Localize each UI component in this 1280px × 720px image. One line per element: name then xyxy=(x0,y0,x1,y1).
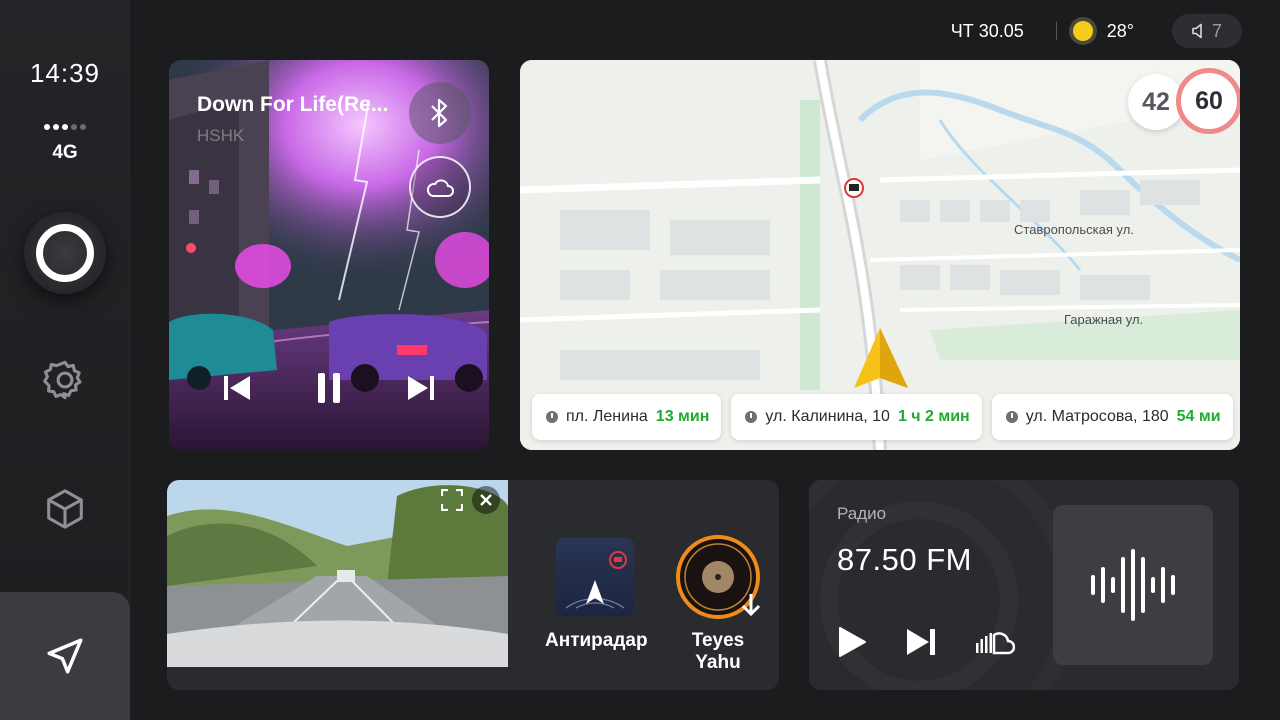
radar-icon xyxy=(556,538,634,616)
clock-icon xyxy=(1005,411,1018,423)
speaker-icon xyxy=(1192,23,1202,39)
date-label: ЧТ 30.05 xyxy=(950,20,1024,41)
settings-button[interactable] xyxy=(40,355,90,405)
app-label: Teyes Yahu xyxy=(691,630,745,673)
route-place: ул. Калинина, 10 xyxy=(765,408,890,425)
music-player-card[interactable]: Down For Life(Re... HSHK xyxy=(169,60,489,450)
sound-wave-icon xyxy=(1091,549,1175,621)
route-place: ул. Матросова, 180 xyxy=(1025,408,1169,425)
sidebar: 14:39 4G xyxy=(0,0,130,720)
bluetooth-button[interactable] xyxy=(409,82,471,144)
fullscreen-icon xyxy=(441,489,463,511)
dashcam-preview[interactable] xyxy=(167,480,508,667)
radio-visualizer-tile[interactable] xyxy=(1053,505,1213,665)
vinyl-disc-icon xyxy=(675,534,761,620)
cloud-button[interactable] xyxy=(409,156,471,218)
street-label: Ставропольская ул. xyxy=(1014,222,1134,237)
clock-icon xyxy=(546,411,558,423)
next-station-icon[interactable] xyxy=(905,627,937,657)
route-place: пл. Ленина xyxy=(566,408,648,425)
fullscreen-button[interactable] xyxy=(438,486,466,514)
cube-icon xyxy=(47,489,83,529)
radio-label: Радио xyxy=(837,504,887,523)
app-antiradar[interactable]: Антирадар xyxy=(545,538,648,652)
speed-limit-sign: 60 xyxy=(1176,68,1240,134)
close-icon xyxy=(480,494,492,506)
radio-controls xyxy=(837,626,1015,658)
network-type: 4G xyxy=(52,142,78,163)
status-bar: ЧТ 30.05 28° 7 xyxy=(951,14,1242,48)
bluetooth-icon xyxy=(431,98,448,128)
navigation-button[interactable] xyxy=(0,592,130,720)
voice-assistant-button[interactable] xyxy=(24,212,106,294)
clock-icon xyxy=(745,411,758,423)
playback-controls xyxy=(169,372,489,404)
pause-icon[interactable] xyxy=(315,372,343,404)
navigation-map-card[interactable]: Ставропольская ул. Гаражная ул. 42 60 пл… xyxy=(520,60,1240,450)
assistant-ring-icon xyxy=(36,224,94,282)
app-teyes-yahu[interactable]: Teyes Yahu xyxy=(668,535,768,674)
route-eta: 54 ми xyxy=(1176,408,1221,425)
navigation-arrow-icon xyxy=(47,638,83,674)
previous-track-icon[interactable] xyxy=(223,375,251,401)
cloud-icon xyxy=(426,179,454,197)
route-chip[interactable]: пл. Ленина 13 мин xyxy=(532,394,722,440)
track-title: Down For Life(Re... xyxy=(197,93,389,116)
track-artist: HSHK xyxy=(197,126,245,145)
app-label: Антирадар xyxy=(545,630,648,651)
status-clock: 14:39 xyxy=(29,58,101,88)
route-chip[interactable]: ул. Калинина, 10 1 ч 2 мин xyxy=(731,394,982,440)
route-suggestions: пл. Ленина 13 мин ул. Калинина, 10 1 ч 2… xyxy=(532,394,1233,440)
apps-card: Антирадар Teyes Yahu xyxy=(167,480,779,690)
route-eta: 13 мин xyxy=(655,408,710,425)
divider xyxy=(1055,22,1057,40)
gear-icon xyxy=(43,360,82,400)
volume-button[interactable]: 7 xyxy=(1172,14,1242,48)
route-chip[interactable]: ул. Матросова, 180 54 ми xyxy=(991,394,1233,440)
street-label: Гаражная ул. xyxy=(1064,312,1144,327)
route-eta: 1 ч 2 мин xyxy=(897,408,970,425)
apps-button[interactable] xyxy=(40,484,90,534)
next-track-icon[interactable] xyxy=(407,375,435,401)
temperature-label: 28° xyxy=(1106,20,1134,41)
radio-frequency: 87.50 FM xyxy=(837,542,972,577)
radio-card[interactable]: Радио 87.50 FM xyxy=(809,480,1239,690)
play-icon[interactable] xyxy=(837,626,867,658)
signal-strength-icon xyxy=(44,124,86,130)
map-canvas[interactable] xyxy=(520,60,1240,450)
sun-icon xyxy=(1072,21,1093,41)
close-dashcam-button[interactable] xyxy=(472,486,500,514)
volume-level: 7 xyxy=(1211,20,1222,41)
soundcloud-icon[interactable] xyxy=(975,629,1015,655)
